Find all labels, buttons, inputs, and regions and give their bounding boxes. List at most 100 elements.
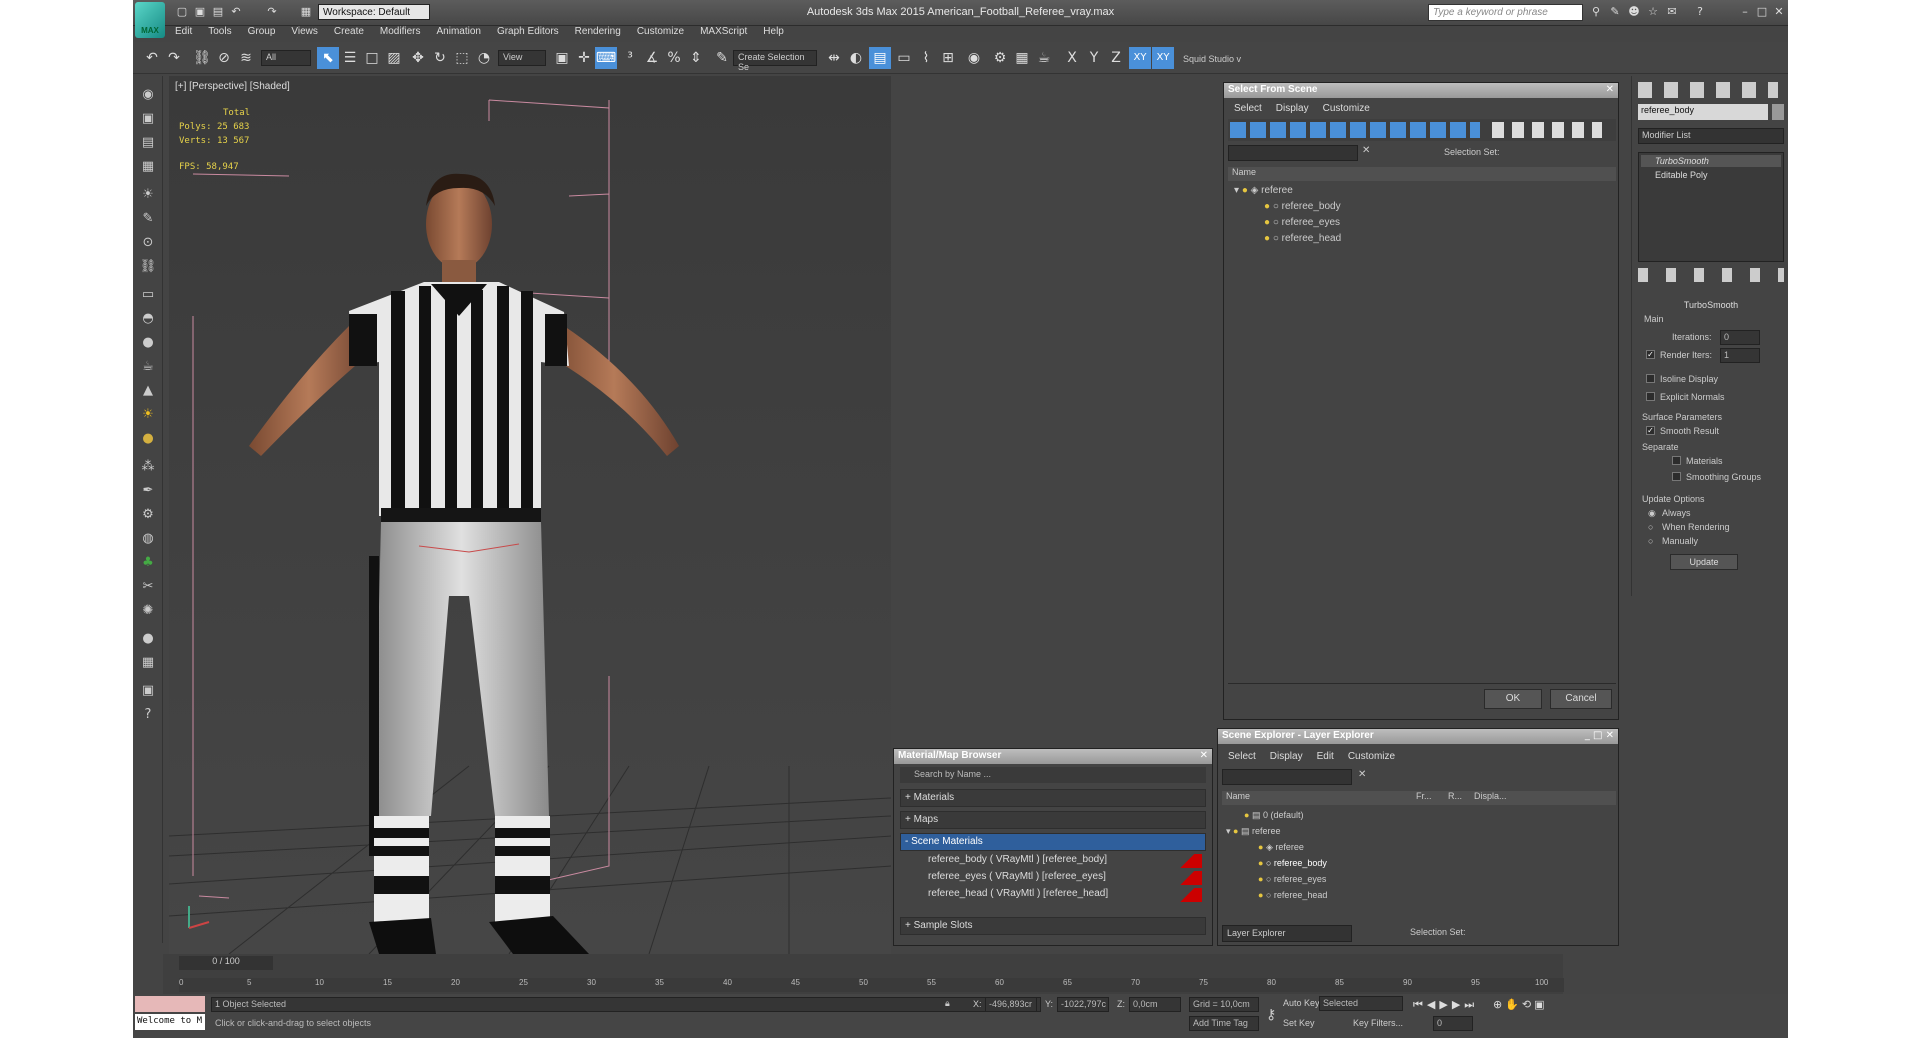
axis-x-button[interactable]: X — [1061, 47, 1083, 69]
menu-group[interactable]: Group — [240, 26, 284, 37]
selection-set-label[interactable]: Selection Set: — [1444, 147, 1500, 157]
menu-customize[interactable]: Customize — [629, 26, 692, 37]
render-iters-spinner[interactable]: 1 — [1720, 348, 1760, 363]
fx-icon[interactable]: ✺ — [139, 602, 157, 620]
column-display[interactable]: Displa... — [1474, 791, 1507, 801]
material-item[interactable]: referee_eyes ( VRayMtl ) [referee_eyes] — [908, 870, 1206, 886]
maxscript-input[interactable]: Welcome to M — [135, 1014, 205, 1030]
menu-help[interactable]: Help — [755, 26, 792, 37]
cone-icon[interactable]: ▲ — [139, 382, 157, 400]
material-search-input[interactable]: Search by Name ... — [900, 767, 1206, 783]
x-coordinate-field[interactable]: -496,893cr — [985, 997, 1037, 1012]
close-icon[interactable]: ✕ — [1606, 84, 1614, 95]
close-icon[interactable]: ✕ — [1200, 750, 1208, 761]
grid-icon[interactable]: ▦ — [139, 158, 157, 176]
menu-modifiers[interactable]: Modifiers — [372, 26, 429, 37]
render-production-icon[interactable]: ☕ — [1033, 47, 1055, 69]
reference-coordinate-dropdown[interactable]: View — [498, 50, 546, 66]
material-item[interactable]: referee_head ( VRayMtl ) [referee_head] — [908, 887, 1206, 903]
playback-controls[interactable]: ⏮◀▶▶⏭ — [1413, 998, 1478, 1012]
help-icon[interactable]: ? — [1693, 5, 1707, 19]
group-scene-materials[interactable]: - Scene Materials — [900, 833, 1206, 851]
eye-icon[interactable]: ◉ — [139, 86, 157, 104]
time-slider[interactable]: 0 / 100 — [179, 956, 273, 970]
auto-key-button[interactable]: Auto Key — [1283, 998, 1320, 1008]
minimize-icon[interactable]: – — [1738, 5, 1752, 19]
selection-filter-dropdown[interactable]: All — [261, 50, 311, 66]
menu-create[interactable]: Create — [326, 26, 372, 37]
lock-icon[interactable]: 🔒︎ — [945, 998, 950, 1009]
render-iters-checkbox[interactable]: ✓ — [1646, 350, 1655, 359]
always-radio[interactable]: ◉ — [1648, 508, 1656, 519]
keyword-search-input[interactable]: Type a keyword or phrase — [1428, 4, 1583, 21]
bind-spacewarp-icon[interactable]: ≋ — [235, 47, 257, 69]
update-button[interactable]: Update — [1670, 554, 1738, 570]
omni-light-icon[interactable]: ● — [139, 430, 157, 448]
menu-maxscript[interactable]: MAXScript — [692, 26, 755, 37]
cube-icon[interactable]: ▣ — [139, 682, 157, 700]
rollout-title[interactable]: TurboSmooth — [1638, 300, 1784, 312]
axis-z-button[interactable]: Z — [1105, 47, 1127, 69]
window-controls-icon[interactable]: _ □ ✕ — [1585, 730, 1614, 741]
axis-xy-cycle-button[interactable]: XY — [1152, 47, 1174, 69]
tools-icon[interactable]: ✎ — [1608, 5, 1622, 19]
manipulate-icon[interactable]: ✛ — [573, 47, 595, 69]
star-icon[interactable]: ☆ — [1646, 5, 1660, 19]
iterations-spinner[interactable]: 0 — [1720, 330, 1760, 345]
explicit-normals-checkbox[interactable] — [1646, 392, 1655, 401]
menu-select[interactable]: Select — [1228, 751, 1256, 762]
layers-icon[interactable]: ▦ — [139, 654, 157, 672]
smooth-result-checkbox[interactable]: ✓ — [1646, 426, 1655, 435]
paint-icon[interactable]: ✒ — [139, 482, 157, 500]
stack-item-turbosmooth[interactable]: TurboSmooth — [1641, 155, 1781, 167]
particle-icon[interactable]: ⁂ — [139, 458, 157, 476]
menu-graph-editors[interactable]: Graph Editors — [489, 26, 567, 37]
stack-item-editable-poly[interactable]: Editable Poly — [1641, 169, 1781, 181]
menu-edit[interactable]: Edit — [167, 26, 200, 37]
redo-icon[interactable]: ↷ — [163, 47, 185, 69]
clear-icon[interactable]: ✕ — [1362, 145, 1370, 156]
link-icon[interactable]: ⛓ — [191, 47, 213, 69]
dome-icon[interactable]: ◓ — [139, 310, 157, 328]
modifier-list-dropdown[interactable]: Modifier List — [1638, 128, 1784, 144]
plant-icon[interactable]: ♣ — [139, 554, 157, 572]
filter-buttons[interactable] — [1230, 122, 1480, 138]
maximize-icon[interactable]: □ — [1755, 5, 1769, 19]
manually-radio[interactable]: ○ — [1648, 536, 1653, 546]
custom-toolbar-label[interactable]: Squid Studio v — [1183, 54, 1241, 64]
perspective-viewport[interactable]: [+] [Perspective] [Shaded] Total Polys: … — [169, 76, 891, 954]
axis-xy-button[interactable]: XY — [1129, 47, 1151, 69]
tree-item[interactable]: ● ○ referee_head — [1226, 887, 1616, 903]
key-mode-dropdown[interactable]: Selected — [1319, 996, 1403, 1011]
tree-item[interactable]: ● ○ referee_body — [1234, 199, 1341, 215]
sun-icon[interactable]: ☀ — [139, 406, 157, 424]
column-name-header[interactable]: Name — [1228, 167, 1616, 181]
angle-snap-icon[interactable]: ∡ — [641, 47, 663, 69]
object-color-swatch[interactable] — [1772, 104, 1784, 120]
align-icon[interactable]: ◐ — [845, 47, 867, 69]
viewport-label[interactable]: [+] [Perspective] [Shaded] — [175, 81, 290, 92]
ball-icon[interactable]: ● — [139, 630, 157, 648]
binoculars-icon[interactable]: ⚲ — [1589, 5, 1603, 19]
schematic-view-icon[interactable]: ⊞ — [937, 47, 959, 69]
cylinder-icon[interactable]: ⊙ — [139, 234, 157, 252]
list-icon[interactable]: ▤ — [139, 134, 157, 152]
when-rendering-radio[interactable]: ○ — [1648, 522, 1653, 532]
unlink-icon[interactable]: ⊘ — [213, 47, 235, 69]
menu-tools[interactable]: Tools — [200, 26, 239, 37]
scale-icon[interactable]: ⬚ — [451, 47, 473, 69]
menu-select[interactable]: Select — [1234, 103, 1262, 114]
named-selection-dropdown[interactable]: Create Selection Se — [733, 50, 817, 72]
menu-animation[interactable]: Animation — [428, 26, 488, 37]
globe-icon[interactable]: ◍ — [139, 530, 157, 548]
viewport-nav-controls[interactable]: ⊕✋⟲▣ — [1493, 998, 1548, 1011]
render-setup-icon[interactable]: ⚙ — [989, 47, 1011, 69]
column-name[interactable]: Name — [1226, 791, 1250, 801]
layer-manager-icon[interactable]: ▤ — [869, 47, 891, 69]
menu-display[interactable]: Display — [1276, 103, 1309, 114]
image-icon[interactable]: ▣ — [139, 110, 157, 128]
smoothing-groups-checkbox[interactable] — [1672, 472, 1681, 481]
tree-item[interactable]: ● ○ referee_eyes — [1234, 215, 1341, 231]
select-by-name-icon[interactable]: ☰ — [339, 47, 361, 69]
spinner-snap-icon[interactable]: ⇕ — [685, 47, 707, 69]
